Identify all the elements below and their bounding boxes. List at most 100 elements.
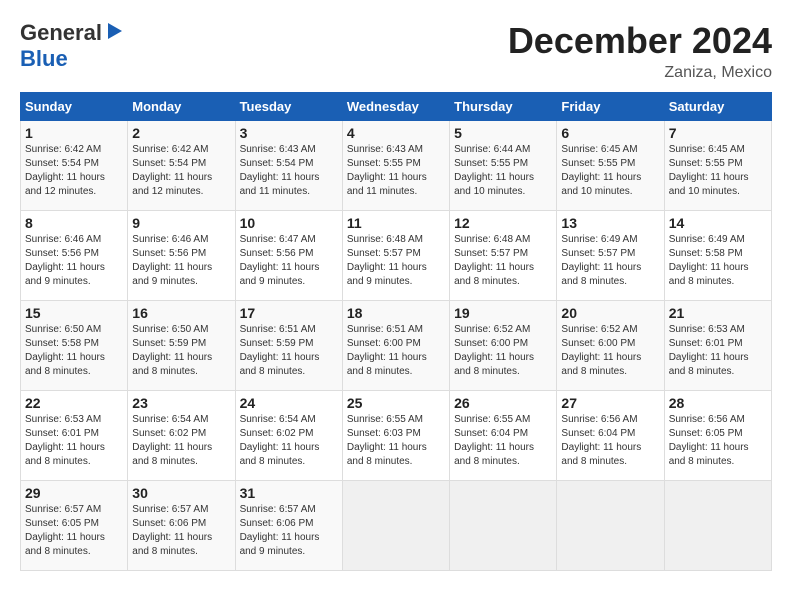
day-info: Sunrise: 6:54 AMSunset: 6:02 PMDaylight:…	[240, 414, 320, 467]
calendar-cell: 8 Sunrise: 6:46 AMSunset: 5:56 PMDayligh…	[21, 211, 128, 301]
col-friday: Friday	[557, 93, 664, 121]
calendar-header-row: Sunday Monday Tuesday Wednesday Thursday…	[21, 93, 772, 121]
calendar-cell: 2 Sunrise: 6:42 AMSunset: 5:54 PMDayligh…	[128, 121, 235, 211]
day-info: Sunrise: 6:56 AMSunset: 6:04 PMDaylight:…	[561, 414, 641, 467]
col-tuesday: Tuesday	[235, 93, 342, 121]
col-saturday: Saturday	[664, 93, 771, 121]
calendar-cell	[450, 481, 557, 571]
day-info: Sunrise: 6:49 AMSunset: 5:57 PMDaylight:…	[561, 234, 641, 287]
week-row-4: 22 Sunrise: 6:53 AMSunset: 6:01 PMDaylig…	[21, 391, 772, 481]
day-number: 24	[240, 395, 338, 411]
day-number: 12	[454, 215, 552, 231]
day-info: Sunrise: 6:57 AMSunset: 6:06 PMDaylight:…	[132, 504, 212, 557]
day-info: Sunrise: 6:51 AMSunset: 6:00 PMDaylight:…	[347, 324, 427, 377]
week-row-2: 8 Sunrise: 6:46 AMSunset: 5:56 PMDayligh…	[21, 211, 772, 301]
day-info: Sunrise: 6:47 AMSunset: 5:56 PMDaylight:…	[240, 234, 320, 287]
calendar-cell: 26 Sunrise: 6:55 AMSunset: 6:04 PMDaylig…	[450, 391, 557, 481]
day-number: 21	[669, 305, 767, 321]
day-number: 27	[561, 395, 659, 411]
calendar-cell: 12 Sunrise: 6:48 AMSunset: 5:57 PMDaylig…	[450, 211, 557, 301]
page-header: General Blue December 2024 Zaniza, Mexic…	[20, 20, 772, 82]
logo-icon	[104, 21, 124, 41]
col-thursday: Thursday	[450, 93, 557, 121]
calendar-cell: 6 Sunrise: 6:45 AMSunset: 5:55 PMDayligh…	[557, 121, 664, 211]
calendar-cell: 31 Sunrise: 6:57 AMSunset: 6:06 PMDaylig…	[235, 481, 342, 571]
day-info: Sunrise: 6:53 AMSunset: 6:01 PMDaylight:…	[669, 324, 749, 377]
calendar-cell: 28 Sunrise: 6:56 AMSunset: 6:05 PMDaylig…	[664, 391, 771, 481]
calendar-cell: 23 Sunrise: 6:54 AMSunset: 6:02 PMDaylig…	[128, 391, 235, 481]
calendar-cell	[557, 481, 664, 571]
calendar-cell	[664, 481, 771, 571]
day-number: 20	[561, 305, 659, 321]
day-number: 26	[454, 395, 552, 411]
calendar-cell: 20 Sunrise: 6:52 AMSunset: 6:00 PMDaylig…	[557, 301, 664, 391]
day-number: 30	[132, 485, 230, 501]
calendar-cell: 17 Sunrise: 6:51 AMSunset: 5:59 PMDaylig…	[235, 301, 342, 391]
day-info: Sunrise: 6:57 AMSunset: 6:06 PMDaylight:…	[240, 504, 320, 557]
calendar-cell: 5 Sunrise: 6:44 AMSunset: 5:55 PMDayligh…	[450, 121, 557, 211]
day-number: 23	[132, 395, 230, 411]
week-row-3: 15 Sunrise: 6:50 AMSunset: 5:58 PMDaylig…	[21, 301, 772, 391]
calendar-cell: 16 Sunrise: 6:50 AMSunset: 5:59 PMDaylig…	[128, 301, 235, 391]
calendar-cell: 14 Sunrise: 6:49 AMSunset: 5:58 PMDaylig…	[664, 211, 771, 301]
day-number: 13	[561, 215, 659, 231]
calendar-cell: 27 Sunrise: 6:56 AMSunset: 6:04 PMDaylig…	[557, 391, 664, 481]
day-info: Sunrise: 6:50 AMSunset: 5:59 PMDaylight:…	[132, 324, 212, 377]
day-info: Sunrise: 6:48 AMSunset: 5:57 PMDaylight:…	[454, 234, 534, 287]
day-number: 11	[347, 215, 445, 231]
title-block: December 2024 Zaniza, Mexico	[508, 20, 772, 82]
day-info: Sunrise: 6:45 AMSunset: 5:55 PMDaylight:…	[669, 144, 749, 197]
day-info: Sunrise: 6:51 AMSunset: 5:59 PMDaylight:…	[240, 324, 320, 377]
day-number: 14	[669, 215, 767, 231]
day-number: 31	[240, 485, 338, 501]
main-title: December 2024	[508, 20, 772, 62]
calendar-cell: 30 Sunrise: 6:57 AMSunset: 6:06 PMDaylig…	[128, 481, 235, 571]
day-info: Sunrise: 6:46 AMSunset: 5:56 PMDaylight:…	[132, 234, 212, 287]
calendar-cell: 21 Sunrise: 6:53 AMSunset: 6:01 PMDaylig…	[664, 301, 771, 391]
day-info: Sunrise: 6:43 AMSunset: 5:54 PMDaylight:…	[240, 144, 320, 197]
day-info: Sunrise: 6:55 AMSunset: 6:03 PMDaylight:…	[347, 414, 427, 467]
day-number: 15	[25, 305, 123, 321]
day-number: 2	[132, 125, 230, 141]
day-info: Sunrise: 6:54 AMSunset: 6:02 PMDaylight:…	[132, 414, 212, 467]
week-row-5: 29 Sunrise: 6:57 AMSunset: 6:05 PMDaylig…	[21, 481, 772, 571]
day-number: 8	[25, 215, 123, 231]
day-number: 3	[240, 125, 338, 141]
subtitle: Zaniza, Mexico	[508, 64, 772, 82]
day-info: Sunrise: 6:42 AMSunset: 5:54 PMDaylight:…	[132, 144, 212, 197]
calendar-cell	[342, 481, 449, 571]
calendar-cell: 7 Sunrise: 6:45 AMSunset: 5:55 PMDayligh…	[664, 121, 771, 211]
day-info: Sunrise: 6:56 AMSunset: 6:05 PMDaylight:…	[669, 414, 749, 467]
day-number: 28	[669, 395, 767, 411]
day-number: 9	[132, 215, 230, 231]
calendar-cell: 10 Sunrise: 6:47 AMSunset: 5:56 PMDaylig…	[235, 211, 342, 301]
day-info: Sunrise: 6:49 AMSunset: 5:58 PMDaylight:…	[669, 234, 749, 287]
calendar-cell: 19 Sunrise: 6:52 AMSunset: 6:00 PMDaylig…	[450, 301, 557, 391]
calendar-cell: 29 Sunrise: 6:57 AMSunset: 6:05 PMDaylig…	[21, 481, 128, 571]
day-info: Sunrise: 6:48 AMSunset: 5:57 PMDaylight:…	[347, 234, 427, 287]
day-number: 1	[25, 125, 123, 141]
calendar-cell: 13 Sunrise: 6:49 AMSunset: 5:57 PMDaylig…	[557, 211, 664, 301]
day-number: 7	[669, 125, 767, 141]
logo: General Blue	[20, 20, 124, 72]
calendar-cell: 11 Sunrise: 6:48 AMSunset: 5:57 PMDaylig…	[342, 211, 449, 301]
day-number: 10	[240, 215, 338, 231]
day-number: 18	[347, 305, 445, 321]
day-info: Sunrise: 6:55 AMSunset: 6:04 PMDaylight:…	[454, 414, 534, 467]
day-info: Sunrise: 6:46 AMSunset: 5:56 PMDaylight:…	[25, 234, 105, 287]
day-number: 17	[240, 305, 338, 321]
calendar-cell: 15 Sunrise: 6:50 AMSunset: 5:58 PMDaylig…	[21, 301, 128, 391]
day-number: 25	[347, 395, 445, 411]
calendar-cell: 1 Sunrise: 6:42 AMSunset: 5:54 PMDayligh…	[21, 121, 128, 211]
day-info: Sunrise: 6:53 AMSunset: 6:01 PMDaylight:…	[25, 414, 105, 467]
day-info: Sunrise: 6:45 AMSunset: 5:55 PMDaylight:…	[561, 144, 641, 197]
calendar-cell: 3 Sunrise: 6:43 AMSunset: 5:54 PMDayligh…	[235, 121, 342, 211]
day-info: Sunrise: 6:50 AMSunset: 5:58 PMDaylight:…	[25, 324, 105, 377]
col-monday: Monday	[128, 93, 235, 121]
col-sunday: Sunday	[21, 93, 128, 121]
day-number: 22	[25, 395, 123, 411]
day-number: 6	[561, 125, 659, 141]
day-info: Sunrise: 6:44 AMSunset: 5:55 PMDaylight:…	[454, 144, 534, 197]
day-number: 19	[454, 305, 552, 321]
calendar-cell: 18 Sunrise: 6:51 AMSunset: 6:00 PMDaylig…	[342, 301, 449, 391]
